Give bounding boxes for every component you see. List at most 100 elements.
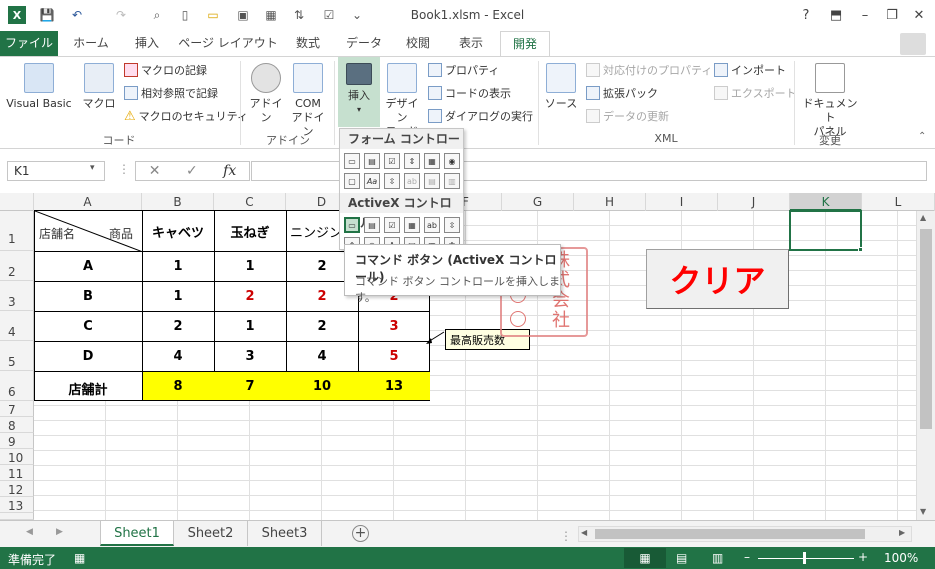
combo-box-icon[interactable]: ▤ — [364, 153, 380, 169]
row-header[interactable]: 4 — [0, 311, 34, 341]
label-icon[interactable]: Aa — [364, 173, 380, 189]
activex-combo-box-icon[interactable]: ▤ — [364, 217, 380, 233]
vertical-scrollbar[interactable]: ▲ ▼ — [916, 211, 935, 520]
value-cell[interactable]: 4 — [142, 349, 214, 364]
sheet-tab[interactable]: Sheet3 — [248, 521, 322, 546]
row-header[interactable]: 5 — [0, 341, 34, 371]
row-header[interactable]: 10 — [0, 449, 34, 465]
activex-scroll-bar-icon[interactable]: ⇳ — [444, 217, 460, 233]
zoom-slider-thumb[interactable] — [803, 552, 806, 564]
close-icon[interactable]: ✕ — [906, 4, 932, 26]
row-header[interactable]: 6 — [0, 371, 34, 401]
addin-button[interactable]: アドイン — [246, 63, 286, 125]
column-header[interactable]: B — [142, 193, 214, 211]
column-header[interactable]: I — [646, 193, 718, 211]
map-properties-button[interactable]: 対応付けのプロパティ — [586, 61, 712, 79]
macro-button[interactable]: マクロ — [80, 63, 118, 111]
scroll-bar-icon[interactable]: ⇳ — [384, 173, 400, 189]
spin-button-icon[interactable]: ⇕ — [404, 153, 420, 169]
combo-list-edit-icon[interactable]: ▤ — [424, 173, 440, 189]
total-cell[interactable]: 8 — [142, 379, 214, 394]
document-panel-button[interactable]: ドキュメント パネル — [800, 63, 860, 139]
zoom-level[interactable]: 100% — [884, 551, 918, 565]
activex-text-box-icon[interactable]: ab — [424, 217, 440, 233]
run-dialog-button[interactable]: ダイアログの実行 — [428, 107, 533, 125]
tab-formulas[interactable]: 数式 — [284, 31, 332, 56]
sheet-tab-active[interactable]: Sheet1 — [100, 521, 174, 546]
value-cell[interactable]: 1 — [214, 319, 286, 334]
chevron-down-icon[interactable]: ▾ — [90, 163, 95, 173]
value-cell[interactable]: 2 — [142, 319, 214, 334]
sheet-tab[interactable]: Sheet2 — [174, 521, 248, 546]
row-header[interactable]: 11 — [0, 465, 34, 481]
value-cell[interactable]: 1 — [142, 259, 214, 274]
macro-security-button[interactable]: ⚠ マクロのセキュリティ — [124, 107, 248, 125]
total-cell[interactable]: 13 — [358, 379, 430, 394]
value-cell[interactable]: 1 — [142, 289, 214, 304]
column-header[interactable]: C — [214, 193, 286, 211]
header-onion[interactable]: 玉ねぎ — [214, 222, 286, 241]
shop-cell[interactable]: B — [34, 289, 142, 304]
tab-data[interactable]: データ — [338, 31, 390, 56]
row-header[interactable] — [0, 513, 34, 520]
insert-control-button[interactable]: 挿入 ▾ — [338, 57, 380, 127]
column-header[interactable]: A — [34, 193, 142, 211]
scroll-right-icon[interactable]: ▶ — [899, 528, 905, 537]
shop-cell[interactable]: C — [34, 319, 142, 334]
column-header[interactable]: H — [574, 193, 646, 211]
shop-cell[interactable]: D — [34, 349, 142, 364]
scrollbar-thumb[interactable] — [595, 529, 865, 539]
view-code-button[interactable]: コードの表示 — [428, 84, 511, 102]
total-cell[interactable]: 10 — [286, 379, 358, 394]
value-cell[interactable]: 2 — [286, 319, 358, 334]
combo-dropdown-edit-icon[interactable]: ▥ — [444, 173, 460, 189]
relative-reference-button[interactable]: 相対参照で記録 — [124, 84, 218, 102]
row-header[interactable]: 2 — [0, 251, 34, 281]
tab-review[interactable]: 校閲 — [396, 31, 440, 56]
zoom-in-icon[interactable]: + — [858, 550, 868, 564]
zoom-slider[interactable] — [758, 558, 854, 559]
activex-list-box-icon[interactable]: ▦ — [404, 217, 420, 233]
cancel-icon[interactable]: ✕ — [149, 163, 161, 179]
column-header[interactable]: L — [862, 193, 935, 211]
record-macro-button[interactable]: マクロの記録 — [124, 61, 207, 79]
ribbon-display-icon[interactable]: ⬒ — [823, 4, 849, 26]
visual-basic-button[interactable]: Visual Basic — [4, 63, 74, 111]
function-icon[interactable]: fx — [223, 163, 236, 179]
collapse-ribbon-icon[interactable]: ⌃ — [918, 131, 926, 142]
help-icon[interactable]: ? — [793, 4, 819, 26]
user-avatar[interactable] — [900, 33, 926, 55]
button-form-control-icon[interactable]: ▭ — [344, 153, 360, 169]
value-cell-max[interactable]: 2 — [214, 289, 286, 304]
page-break-view-icon[interactable]: ▥ — [712, 551, 723, 565]
value-cell-max[interactable]: 5 — [358, 349, 430, 364]
row-header[interactable]: 9 — [0, 433, 34, 449]
option-button-icon[interactable]: ◉ — [444, 153, 460, 169]
minimize-icon[interactable]: – — [852, 4, 878, 26]
expansion-pack-button[interactable]: 拡張パック — [586, 84, 658, 102]
list-box-icon[interactable]: ▦ — [424, 153, 440, 169]
checkbox-icon[interactable]: ☑ — [384, 153, 400, 169]
value-cell[interactable]: 1 — [214, 259, 286, 274]
refresh-data-button[interactable]: データの更新 — [586, 107, 669, 125]
zoom-out-icon[interactable]: – — [744, 550, 750, 564]
export-button[interactable]: エクスポート — [714, 84, 797, 102]
import-button[interactable]: インポート — [714, 61, 786, 79]
horizontal-scrollbar[interactable]: ◀ ▶ — [578, 526, 912, 542]
header-cabbage[interactable]: キャベツ — [142, 222, 214, 241]
tab-view[interactable]: 表示 — [446, 31, 496, 56]
properties-button[interactable]: プロパティ — [428, 61, 499, 79]
row-header[interactable]: 3 — [0, 281, 34, 311]
activex-checkbox-icon[interactable]: ☑ — [384, 217, 400, 233]
command-button-icon[interactable]: ▭ — [344, 217, 360, 233]
row-header[interactable]: 7 — [0, 401, 34, 417]
scroll-left-icon[interactable]: ◀ — [581, 528, 587, 537]
total-label[interactable]: 店舗計 — [34, 379, 142, 398]
value-cell[interactable]: 4 — [286, 349, 358, 364]
check-icon[interactable]: ✓ — [186, 163, 198, 179]
select-all-corner[interactable] — [0, 193, 34, 211]
next-sheet-icon[interactable]: ▶ — [56, 527, 63, 537]
column-header[interactable]: J — [718, 193, 790, 211]
page-layout-view-icon[interactable]: ▤ — [676, 551, 687, 565]
row-header[interactable]: 1 — [0, 211, 34, 251]
